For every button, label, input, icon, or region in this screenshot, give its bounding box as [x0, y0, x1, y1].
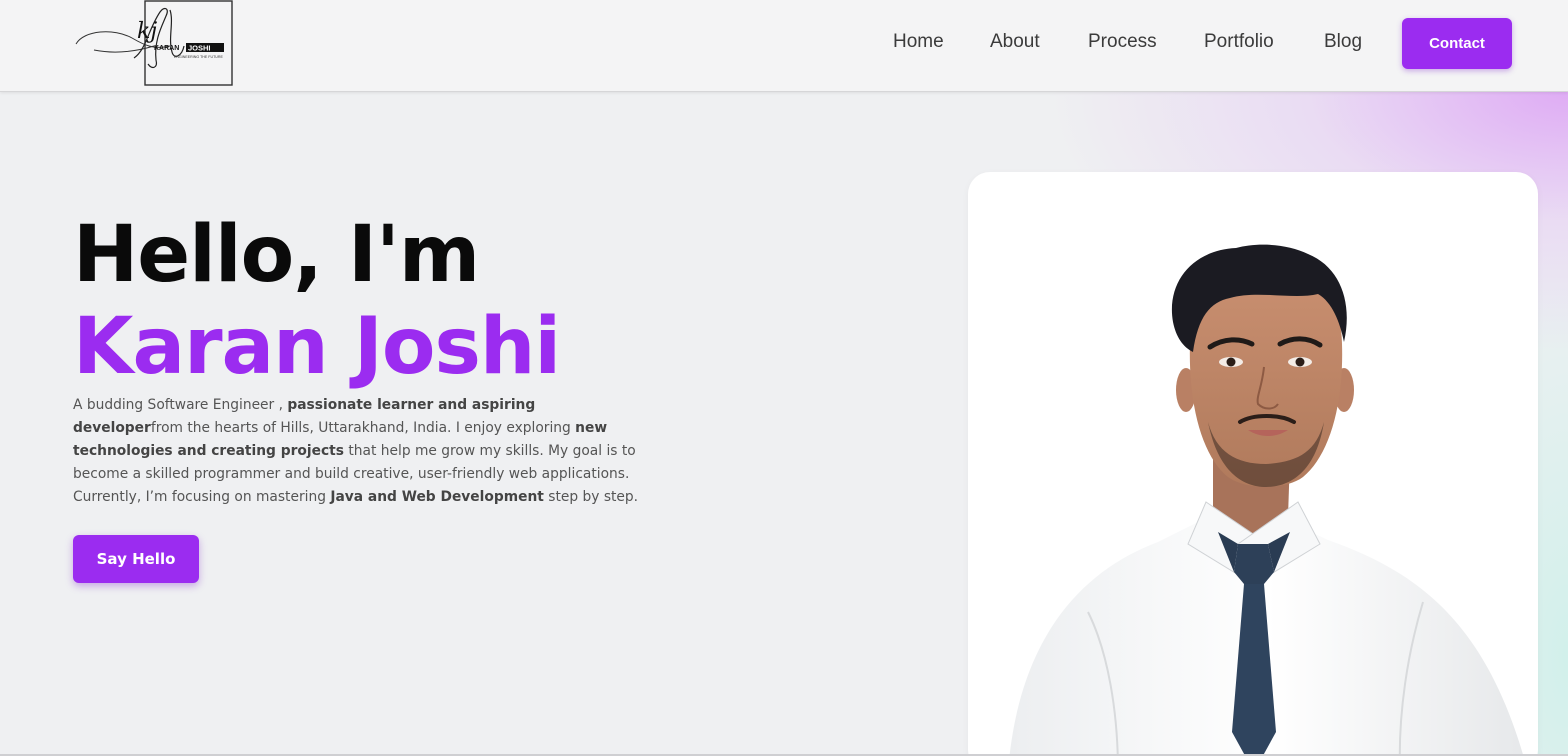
- profile-photo-card: [968, 172, 1538, 756]
- desc-text: A budding Software Engineer ,: [73, 397, 288, 413]
- hero-greeting: Hello, I'm: [73, 210, 480, 300]
- main-nav: Home About Process Portfolio Blog Contac…: [0, 0, 1568, 88]
- desc-text: step by step.: [543, 489, 639, 505]
- hero-name: Karan Joshi: [73, 302, 561, 392]
- desc-highlight: Java and Web Development: [330, 489, 544, 505]
- say-hello-button[interactable]: Say Hello: [73, 535, 199, 583]
- hero-description: A budding Software Engineer , passionate…: [73, 394, 648, 509]
- nav-portfolio[interactable]: Portfolio: [1204, 31, 1274, 53]
- profile-portrait-icon: [1009, 244, 1524, 756]
- desc-text: from the hearts of Hills, Uttarakhand, I…: [150, 420, 576, 436]
- nav-blog[interactable]: Blog: [1324, 31, 1362, 53]
- nav-about[interactable]: About: [990, 31, 1040, 53]
- nav-home[interactable]: Home: [893, 31, 944, 53]
- contact-button[interactable]: Contact: [1402, 18, 1512, 69]
- nav-process[interactable]: Process: [1088, 31, 1157, 53]
- site-header: kj KARAN JOSHI ENGINEERING THE FUTURE Ho…: [0, 0, 1568, 92]
